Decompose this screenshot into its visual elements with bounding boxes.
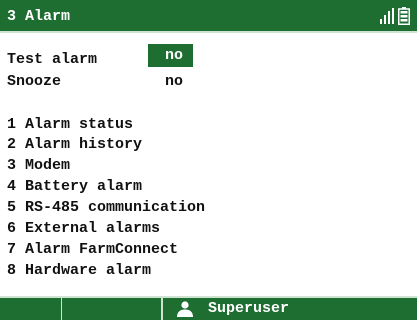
softkey-2[interactable] [62, 298, 162, 320]
menu-item-alarm-status[interactable]: 1 Alarm status [7, 116, 133, 134]
menu-item-battery-alarm[interactable]: 4 Battery alarm [7, 178, 142, 196]
test-alarm-label: Test alarm [7, 51, 98, 68]
menu-item-external-alarms[interactable]: 6 External alarms [7, 220, 160, 238]
test-alarm-value-field[interactable]: no [148, 44, 193, 67]
title-bar: 3 Alarm [0, 0, 417, 33]
signal-bars-icon [380, 8, 394, 24]
softkey-divider [162, 298, 163, 320]
menu-item-rs485-communication[interactable]: 5 RS-485 communication [7, 199, 205, 217]
softkey-1[interactable] [0, 298, 62, 320]
snooze-value-field[interactable]: no [165, 73, 183, 91]
battery-icon [398, 7, 410, 25]
user-icon [177, 301, 193, 317]
menu-item-alarm-history[interactable]: 2 Alarm history [7, 136, 142, 154]
test-alarm-value: no [165, 47, 184, 64]
menu-item-alarm-farmconnect[interactable]: 7 Alarm FarmConnect [7, 241, 178, 259]
menu-item-hardware-alarm[interactable]: 8 Hardware alarm [7, 262, 151, 280]
softkey-bar: Superuser [0, 296, 417, 320]
current-user-label: Superuser [208, 300, 290, 317]
menu-item-modem[interactable]: 3 Modem [7, 157, 70, 175]
snooze-label: Snooze [7, 73, 62, 90]
page-title: 3 Alarm [7, 8, 71, 25]
